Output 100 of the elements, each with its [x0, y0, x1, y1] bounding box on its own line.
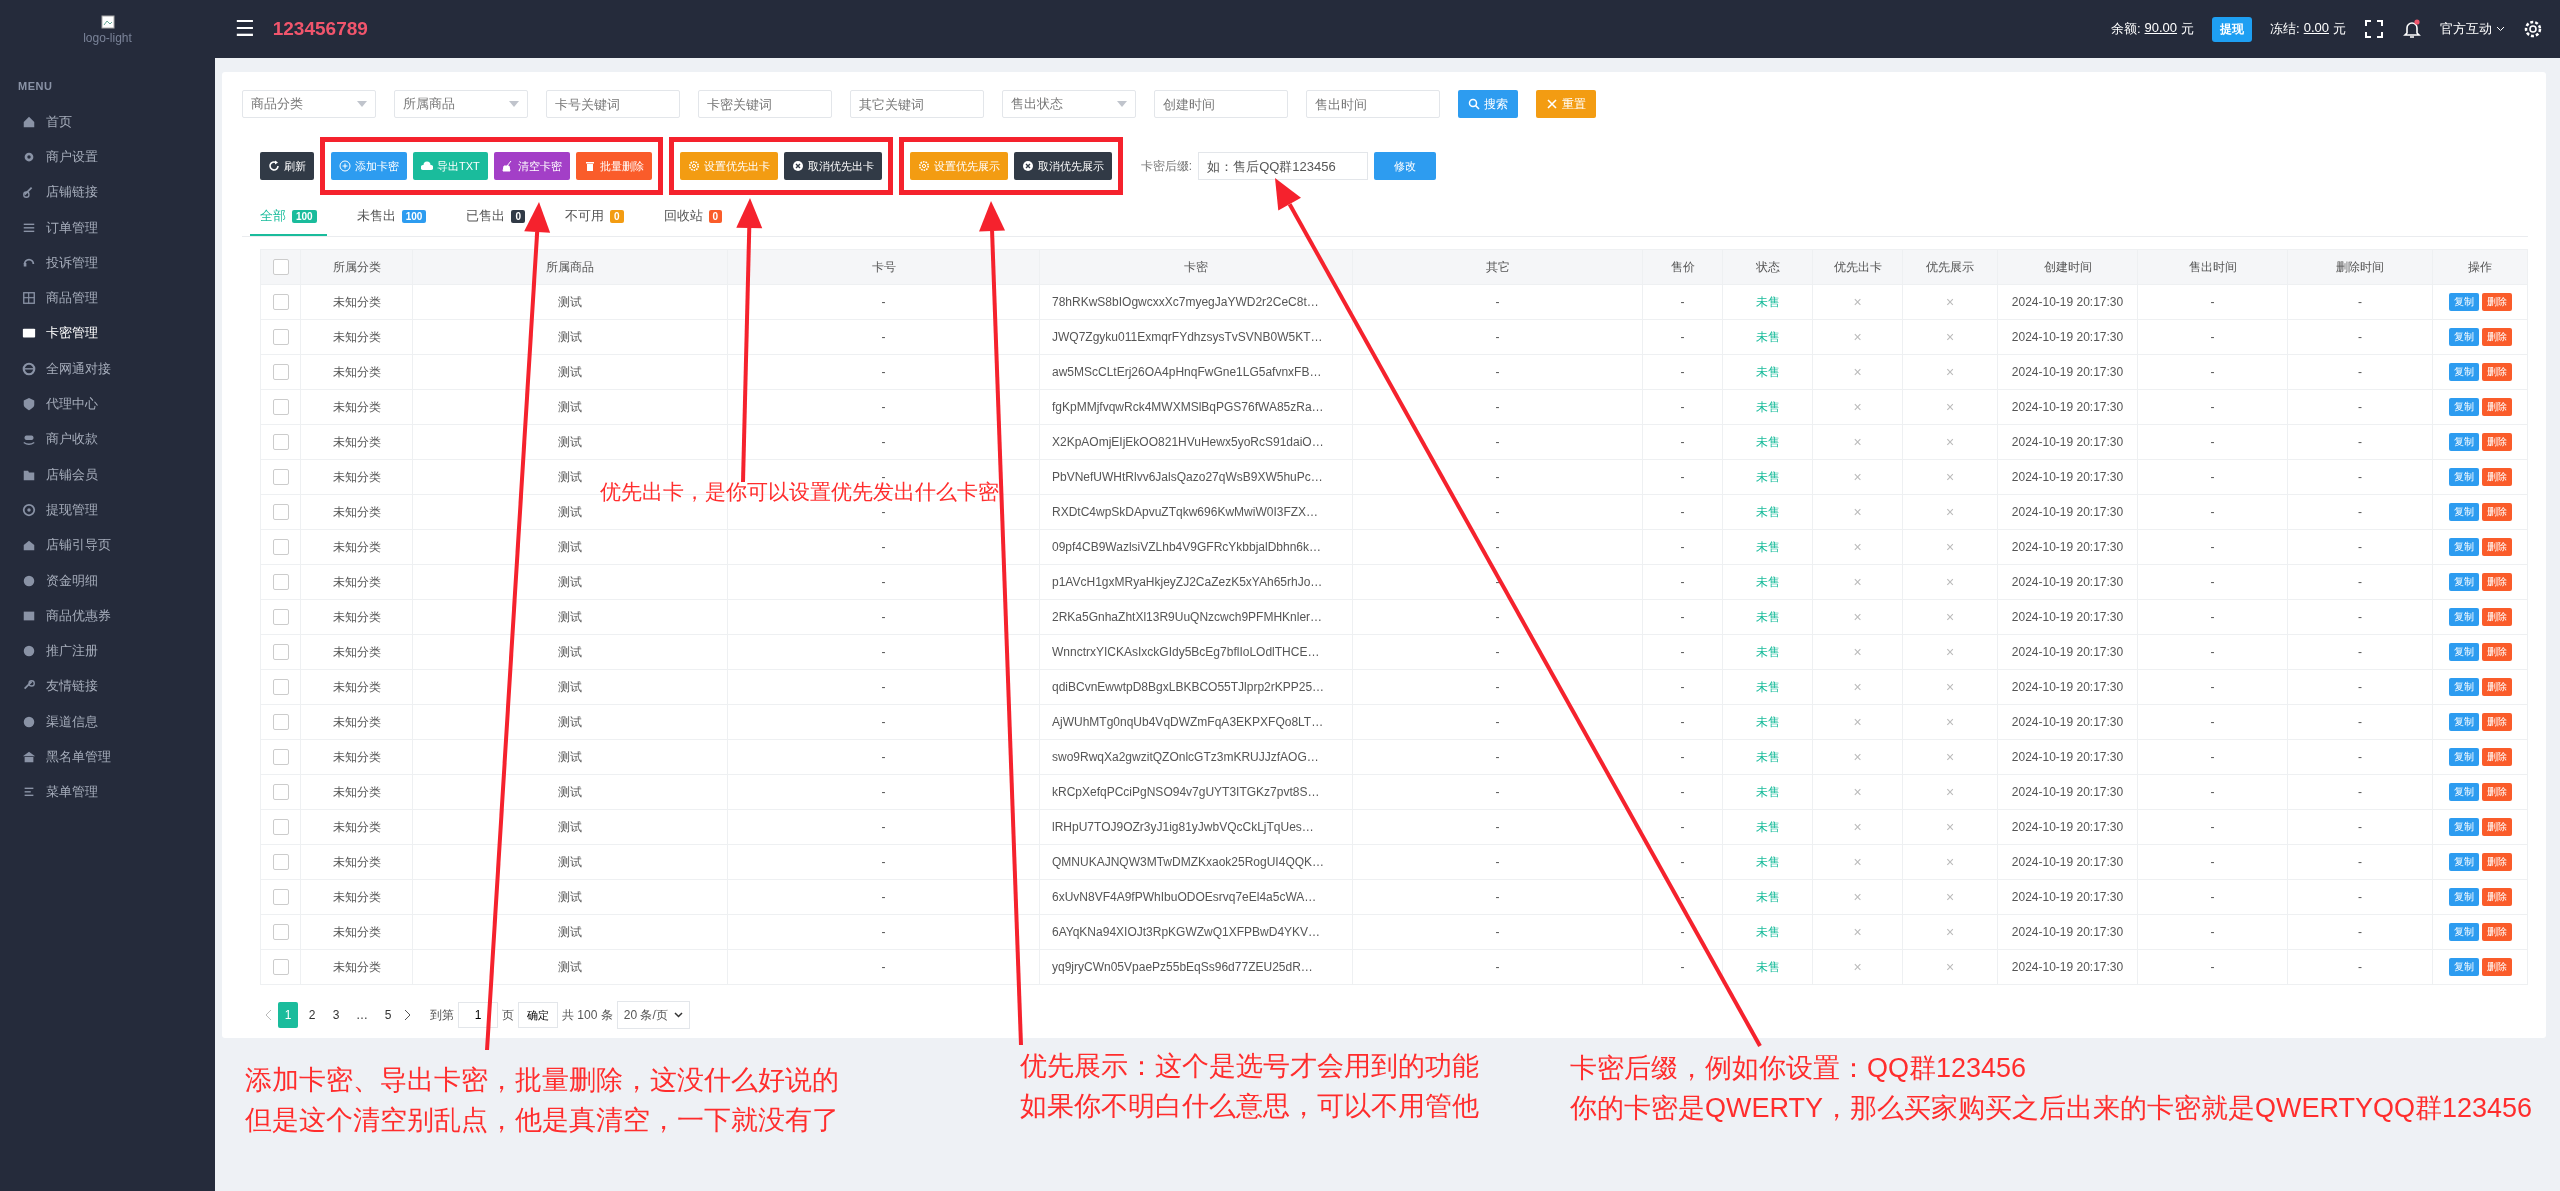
delete-button[interactable]: 删除 [2481, 958, 2512, 976]
sidebar-item[interactable]: 首页 [0, 104, 215, 140]
page-button[interactable]: 1 [278, 1002, 298, 1028]
row-checkbox[interactable] [272, 539, 289, 555]
settings-icon[interactable] [2523, 19, 2543, 39]
sidebar-item[interactable]: 订单管理 [0, 209, 215, 246]
delete-button[interactable]: 删除 [2481, 608, 2512, 626]
delete-button[interactable]: 删除 [2481, 433, 2512, 451]
sidebar-item[interactable]: 推广注册 [0, 633, 215, 669]
page-button[interactable]: 5 [378, 1002, 398, 1028]
input-field[interactable]: 创建时间 [1154, 90, 1288, 118]
row-checkbox[interactable] [272, 854, 289, 870]
copy-button[interactable]: 复制 [2448, 643, 2479, 661]
action-button[interactable]: 批量删除 [575, 152, 652, 180]
row-checkbox[interactable] [272, 294, 289, 310]
page-size-select[interactable]: 20 条/页 [616, 1001, 690, 1029]
confirm-button[interactable]: 确定 [518, 1002, 558, 1028]
delete-button[interactable]: 删除 [2481, 363, 2512, 381]
delete-button[interactable]: 删除 [2481, 888, 2512, 906]
sidebar-item[interactable]: 提现管理 [0, 492, 215, 528]
sidebar-item[interactable]: 店铺会员 [0, 456, 215, 493]
row-checkbox[interactable] [272, 959, 289, 975]
row-checkbox[interactable] [272, 644, 289, 660]
copy-button[interactable]: 复制 [2448, 503, 2479, 521]
row-checkbox[interactable] [272, 819, 289, 835]
delete-button[interactable]: 删除 [2481, 748, 2512, 766]
action-button[interactable]: 刷新 [260, 152, 314, 180]
row-checkbox[interactable] [272, 434, 289, 450]
sidebar-item[interactable]: 友情链接 [0, 668, 215, 705]
copy-button[interactable]: 复制 [2448, 958, 2479, 976]
copy-button[interactable]: 复制 [2448, 538, 2479, 556]
copy-button[interactable]: 复制 [2448, 363, 2479, 381]
reset-button[interactable]: 重置 [1536, 90, 1596, 118]
row-checkbox[interactable] [272, 469, 289, 485]
page-button[interactable]: 2 [302, 1002, 322, 1028]
row-checkbox[interactable] [272, 609, 289, 625]
delete-button[interactable]: 删除 [2481, 398, 2512, 416]
copy-button[interactable]: 复制 [2448, 468, 2479, 486]
menu-icon[interactable]: ☰ [235, 16, 255, 42]
tab[interactable]: 不可用 0 [554, 198, 634, 236]
sidebar-item[interactable]: 黑名单管理 [0, 739, 215, 775]
input-field[interactable]: 其它关键词 [850, 90, 984, 118]
delete-button[interactable]: 删除 [2481, 643, 2512, 661]
edit-button[interactable]: 修改 [1374, 152, 1437, 180]
input-field[interactable]: 售出时间 [1306, 90, 1440, 118]
delete-button[interactable]: 删除 [2481, 783, 2512, 801]
row-checkbox[interactable] [272, 504, 289, 520]
sidebar-item[interactable]: 商品优惠券 [0, 598, 215, 634]
delete-button[interactable]: 删除 [2481, 713, 2512, 731]
row-checkbox[interactable] [272, 679, 289, 695]
select-field[interactable]: 售出状态 [1002, 90, 1136, 118]
page-button[interactable]: 3 [326, 1002, 346, 1028]
user-menu[interactable]: 官方互动 [2440, 20, 2505, 38]
delete-button[interactable]: 删除 [2481, 678, 2512, 696]
delete-button[interactable]: 删除 [2481, 293, 2512, 311]
sidebar-item[interactable]: 商品管理 [0, 280, 215, 316]
tab[interactable]: 回收站 0 [653, 198, 733, 236]
copy-button[interactable]: 复制 [2448, 818, 2479, 836]
row-checkbox[interactable] [272, 574, 289, 590]
delete-button[interactable]: 删除 [2481, 573, 2512, 591]
sidebar-item[interactable]: 全网通对接 [0, 351, 215, 387]
row-checkbox[interactable] [272, 924, 289, 940]
copy-button[interactable]: 复制 [2448, 888, 2479, 906]
action-button[interactable]: 取消优先出卡 [783, 152, 882, 180]
copy-button[interactable]: 复制 [2448, 783, 2479, 801]
action-button[interactable]: 设置优先展示 [909, 152, 1008, 180]
row-checkbox[interactable] [272, 714, 289, 730]
fullscreen-icon[interactable] [2364, 19, 2384, 39]
delete-button[interactable]: 删除 [2481, 818, 2512, 836]
sidebar-item[interactable]: 资金明细 [0, 562, 215, 599]
copy-button[interactable]: 复制 [2448, 433, 2479, 451]
copy-button[interactable]: 复制 [2448, 608, 2479, 626]
row-checkbox[interactable] [272, 399, 289, 415]
page-button[interactable]: … [350, 1002, 374, 1028]
bell-icon[interactable] [2402, 19, 2422, 39]
sidebar-item[interactable]: 代理中心 [0, 386, 215, 422]
copy-button[interactable]: 复制 [2448, 328, 2479, 346]
action-button[interactable]: 添加卡密 [331, 152, 407, 180]
copy-button[interactable]: 复制 [2448, 748, 2479, 766]
delete-button[interactable]: 删除 [2481, 538, 2512, 556]
copy-button[interactable]: 复制 [2448, 293, 2479, 311]
row-checkbox[interactable] [272, 329, 289, 345]
sidebar-item[interactable]: 商户收款 [0, 421, 215, 457]
select-all-checkbox[interactable] [272, 259, 289, 275]
search-button[interactable]: 搜索 [1458, 90, 1518, 118]
copy-button[interactable]: 复制 [2448, 713, 2479, 731]
previous-page-icon[interactable] [264, 1009, 274, 1021]
sidebar-item[interactable]: 卡密管理 [0, 315, 215, 352]
sidebar-item[interactable]: 渠道信息 [0, 704, 215, 740]
action-button[interactable]: 清空卡密 [493, 152, 570, 180]
delete-button[interactable]: 删除 [2481, 503, 2512, 521]
sidebar-item[interactable]: 店铺链接 [0, 174, 215, 210]
delete-button[interactable]: 删除 [2481, 853, 2512, 871]
tab[interactable]: 全部 100 [250, 198, 327, 236]
delete-button[interactable]: 删除 [2481, 468, 2512, 486]
copy-button[interactable]: 复制 [2448, 853, 2479, 871]
row-checkbox[interactable] [272, 364, 289, 380]
input-field[interactable]: 卡号关键词 [546, 90, 680, 118]
next-page-icon[interactable] [402, 1009, 412, 1021]
suffix-field[interactable]: 如：售后QQ群123456 [1198, 152, 1369, 180]
